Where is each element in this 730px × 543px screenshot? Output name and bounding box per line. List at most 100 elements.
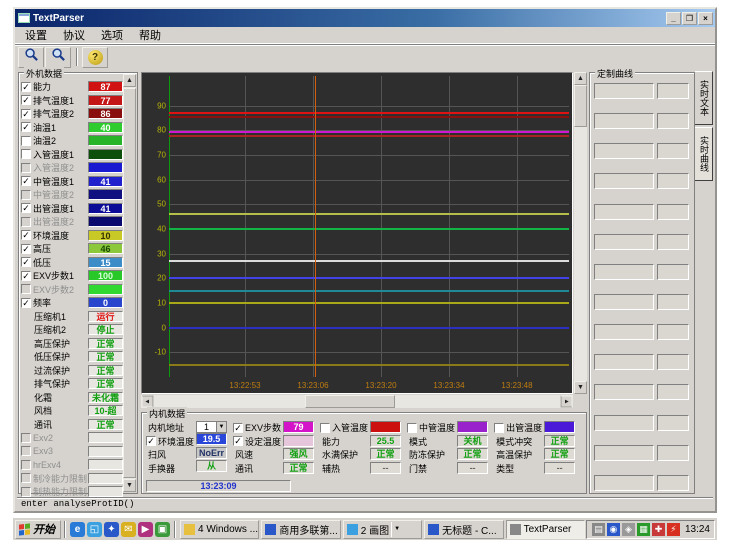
curve-value-input[interactable] (657, 445, 689, 461)
checkbox[interactable]: ✓ (21, 109, 31, 119)
curve-name-input[interactable] (594, 445, 654, 461)
menu-item-设置[interactable]: 设置 (17, 26, 55, 44)
printer-icon[interactable]: ▤ (592, 523, 605, 536)
sidebar-scrollbar[interactable]: ▲ ▼ (123, 74, 136, 492)
tab-实时文本[interactable]: 实时文本 (695, 71, 713, 125)
curve-name-input[interactable] (594, 234, 654, 250)
scroll-right-icon[interactable]: ▲ (561, 396, 573, 408)
task-button[interactable]: 无标题 - C... (424, 520, 503, 539)
chart-horizontal-scrollbar[interactable]: ▲ ▲ (141, 395, 573, 408)
help-button[interactable]: ? (82, 47, 108, 68)
task-button[interactable]: 4 Windows ...▼ (180, 520, 259, 539)
chart-cursor[interactable] (315, 76, 316, 377)
checkbox[interactable]: ✓ (233, 423, 243, 433)
menu-item-协议[interactable]: 协议 (55, 26, 93, 44)
curve-name-input[interactable] (594, 354, 654, 370)
curve-name-input[interactable] (594, 384, 654, 400)
checkbox[interactable] (21, 217, 31, 227)
checkbox[interactable]: ✓ (21, 298, 31, 308)
menu-item-帮助[interactable]: 帮助 (131, 26, 169, 44)
scroll-up-icon[interactable]: ▲ (574, 72, 587, 85)
checkbox[interactable]: ✓ (21, 257, 31, 267)
curve-name-input[interactable] (594, 204, 654, 220)
media-icon[interactable]: ▶ (138, 522, 153, 537)
scroll-up-icon[interactable]: ▲ (123, 74, 136, 87)
curve-value-input[interactable] (657, 234, 689, 250)
chart-vertical-scrollbar[interactable]: ▲ ▼ (574, 72, 587, 394)
checkbox[interactable]: ✓ (21, 95, 31, 105)
task-button[interactable]: TextParser (506, 520, 585, 539)
checkbox[interactable] (21, 460, 31, 470)
title-bar[interactable]: TextParser _ ❐ × (15, 9, 715, 27)
curve-name-input[interactable] (594, 113, 654, 129)
curve-value-input[interactable] (657, 415, 689, 431)
task-button[interactable]: 2 画图▼ (343, 520, 422, 539)
restore-button[interactable]: ❐ (682, 12, 697, 25)
checkbox[interactable]: ✓ (146, 436, 156, 446)
start-button[interactable]: 开始 (15, 520, 61, 539)
checkbox[interactable] (21, 190, 31, 200)
checkbox[interactable]: ✓ (233, 436, 243, 446)
checkbox[interactable]: ✓ (21, 271, 31, 281)
curve-name-input[interactable] (594, 475, 654, 491)
curve-name-input[interactable] (594, 143, 654, 159)
curve-name-input[interactable] (594, 173, 654, 189)
ie-icon[interactable]: e (70, 522, 85, 537)
checkbox[interactable]: ✓ (21, 122, 31, 132)
task-button[interactable]: 商用多联第... (261, 520, 340, 539)
curve-name-input[interactable] (594, 324, 654, 340)
checkbox[interactable] (21, 473, 31, 483)
curve-value-input[interactable] (657, 83, 689, 99)
volume-icon[interactable]: ◈ (622, 523, 635, 536)
mail-icon[interactable]: ✉ (121, 522, 136, 537)
checkbox[interactable] (21, 163, 31, 173)
plot-area[interactable] (169, 76, 569, 377)
desktop-icon[interactable]: ◱ (87, 522, 102, 537)
checkbox[interactable]: ✓ (21, 176, 31, 186)
scroll-down-icon[interactable]: ▼ (123, 479, 136, 492)
checkbox[interactable]: ✓ (21, 82, 31, 92)
curve-name-input[interactable] (594, 415, 654, 431)
checkbox[interactable] (21, 446, 31, 456)
chevron-down-icon[interactable]: ▼ (391, 522, 402, 537)
tab-实时曲线[interactable]: 实时曲线 (695, 127, 713, 181)
checkbox[interactable] (21, 487, 31, 497)
curve-value-input[interactable] (657, 113, 689, 129)
curve-value-input[interactable] (657, 294, 689, 310)
checkbox[interactable] (21, 433, 31, 443)
curve-value-input[interactable] (657, 384, 689, 400)
update-icon[interactable]: ▣ (155, 522, 170, 537)
chevron-down-icon[interactable]: ▼ (216, 422, 226, 432)
curve-name-input[interactable] (594, 294, 654, 310)
msn-icon[interactable]: ✦ (104, 522, 119, 537)
zoom-in-button[interactable] (18, 47, 44, 68)
scroll-left-icon[interactable]: ▲ (142, 396, 154, 408)
curve-value-input[interactable] (657, 173, 689, 189)
checkbox[interactable]: ✓ (21, 203, 31, 213)
messenger-icon[interactable]: ◉ (607, 523, 620, 536)
minimize-button[interactable]: _ (666, 12, 681, 25)
checkbox[interactable] (21, 149, 31, 159)
scrollbar-thumb[interactable] (123, 88, 136, 478)
scroll-down-icon[interactable]: ▼ (574, 381, 587, 394)
checkbox[interactable] (21, 136, 31, 146)
curve-name-input[interactable] (594, 83, 654, 99)
zoom-out-button[interactable] (45, 47, 71, 68)
checkbox[interactable] (407, 423, 417, 433)
scrollbar-thumb[interactable] (305, 395, 395, 408)
curve-value-input[interactable] (657, 324, 689, 340)
curve-name-input[interactable] (594, 264, 654, 280)
checkbox[interactable]: ✓ (21, 230, 31, 240)
curve-value-input[interactable] (657, 143, 689, 159)
curve-value-input[interactable] (657, 264, 689, 280)
monitor-icon[interactable]: ✚ (652, 523, 665, 536)
checkbox[interactable] (494, 423, 504, 433)
checkbox[interactable]: ✓ (21, 244, 31, 254)
scrollbar-thumb[interactable] (574, 85, 587, 127)
curve-value-input[interactable] (657, 475, 689, 491)
curve-value-input[interactable] (657, 354, 689, 370)
close-button[interactable]: × (698, 12, 713, 25)
indoor-address-dropdown[interactable]: 1▼ (196, 421, 227, 433)
checkbox[interactable] (320, 423, 330, 433)
checkbox[interactable] (21, 284, 31, 294)
